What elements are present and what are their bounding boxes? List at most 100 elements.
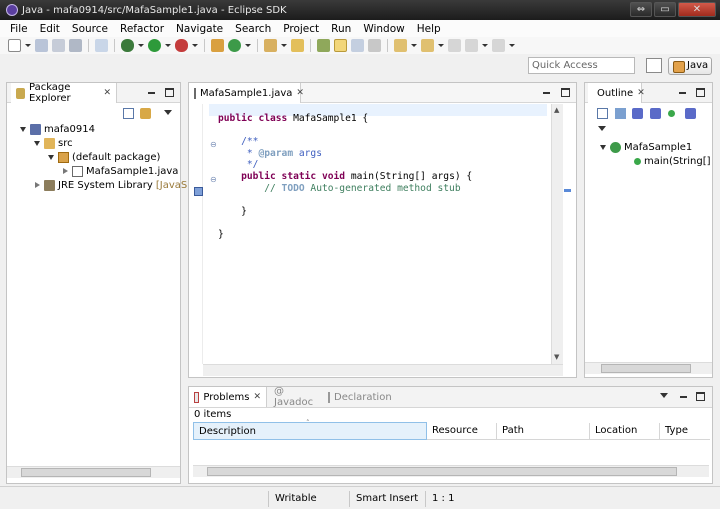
minimize-icon[interactable]: [678, 88, 687, 97]
outline-item-method[interactable]: main(String[]: [634, 154, 711, 168]
back-dropdown-icon[interactable]: [482, 39, 488, 52]
outline-item-class[interactable]: MafaSample1: [600, 140, 692, 154]
expand-icon[interactable]: [48, 154, 55, 161]
menu-source[interactable]: Source: [66, 23, 114, 35]
menu-window[interactable]: Window: [357, 23, 410, 35]
java-perspective-button[interactable]: Java: [668, 57, 712, 75]
horizontal-scrollbar[interactable]: [203, 364, 563, 376]
menu-navigate[interactable]: Navigate: [170, 23, 229, 35]
view-menu-icon[interactable]: [598, 124, 607, 133]
tree-item-src[interactable]: src: [34, 136, 73, 150]
tree-item-file[interactable]: MafaSample1.java: [62, 164, 178, 178]
maximize-icon[interactable]: [165, 88, 174, 97]
quick-access-input[interactable]: Quick Access: [528, 57, 635, 74]
open-perspective-icon[interactable]: [646, 58, 662, 73]
menu-help[interactable]: Help: [411, 23, 447, 35]
hide-non-public-icon[interactable]: [668, 110, 675, 117]
expand-icon[interactable]: [20, 126, 27, 133]
previous-annotation-dropdown-icon[interactable]: [438, 39, 444, 52]
run-icon[interactable]: [148, 39, 161, 52]
tab-problems[interactable]: Problems ✕: [189, 387, 267, 407]
tab-declaration[interactable]: Declaration: [323, 387, 393, 407]
tab-javadoc[interactable]: @ Javadoc: [269, 386, 323, 408]
tab-package-explorer[interactable]: Package Explorer ✕: [11, 82, 117, 104]
expand-icon[interactable]: [34, 140, 41, 147]
new-class-dropdown-icon[interactable]: [245, 39, 251, 52]
hide-static-icon[interactable]: [650, 108, 661, 119]
toggle-word-wrap-icon[interactable]: [334, 39, 347, 52]
menu-file[interactable]: File: [4, 23, 34, 35]
view-menu-icon[interactable]: [660, 391, 669, 400]
collapse-icon[interactable]: [34, 181, 41, 189]
sort-icon[interactable]: [615, 108, 626, 119]
expand-icon[interactable]: [600, 144, 607, 151]
collapse-all-icon[interactable]: [123, 108, 134, 119]
tree-item-project[interactable]: mafa0914: [20, 122, 95, 136]
menu-refactor[interactable]: Refactor: [114, 23, 170, 35]
debug-dropdown-icon[interactable]: [138, 39, 144, 52]
toggle-block-selection-icon[interactable]: [351, 39, 364, 52]
horizontal-scrollbar[interactable]: [7, 466, 180, 478]
collapse-icon[interactable]: [62, 167, 69, 175]
maximize-icon[interactable]: [696, 392, 705, 401]
external-tools-icon[interactable]: [175, 39, 188, 52]
menu-project[interactable]: Project: [277, 23, 325, 35]
column-description[interactable]: Description: [193, 422, 427, 440]
menu-edit[interactable]: Edit: [34, 23, 66, 35]
overview-marker[interactable]: [564, 189, 571, 192]
task-marker-icon[interactable]: [194, 187, 203, 196]
fold-icon[interactable]: ⊖: [210, 140, 217, 149]
hide-local-types-icon[interactable]: [685, 108, 696, 119]
vertical-scrollbar[interactable]: ▲ ▼: [551, 104, 563, 364]
tab-outline[interactable]: Outline ✕: [588, 83, 645, 103]
new-dropdown-icon[interactable]: [25, 39, 31, 52]
menu-run[interactable]: Run: [325, 23, 357, 35]
open-type-dropdown-icon[interactable]: [281, 39, 287, 52]
tab-editor-file[interactable]: MafaSample1.java ✕: [189, 83, 304, 103]
show-whitespace-icon[interactable]: [368, 39, 381, 52]
link-with-editor-icon[interactable]: [140, 108, 151, 119]
minimize-icon[interactable]: [542, 88, 551, 97]
debug-icon[interactable]: [121, 39, 134, 52]
minimize-icon[interactable]: [147, 88, 156, 97]
back-icon[interactable]: [465, 39, 478, 52]
minimize-icon[interactable]: [679, 392, 688, 401]
menu-search[interactable]: Search: [229, 23, 277, 35]
toggle-mark-occurrences-icon[interactable]: [317, 39, 330, 52]
restore-button[interactable]: ⇔: [630, 2, 652, 17]
maximize-icon[interactable]: [696, 88, 705, 97]
run-dropdown-icon[interactable]: [165, 39, 171, 52]
view-menu-icon[interactable]: [164, 108, 173, 117]
skip-breakpoints-icon[interactable]: [95, 39, 108, 52]
save-all-icon[interactable]: [52, 39, 65, 52]
previous-annotation-icon[interactable]: [421, 39, 434, 52]
column-resource[interactable]: Resource: [426, 422, 497, 440]
maximize-icon[interactable]: [561, 88, 570, 97]
last-edit-location-icon[interactable]: [448, 39, 461, 52]
code-editor[interactable]: public class MafaSample1 { /** * @param …: [218, 113, 472, 241]
column-path[interactable]: Path: [496, 422, 590, 440]
column-type[interactable]: Type: [659, 422, 710, 440]
new-icon[interactable]: [8, 39, 21, 52]
open-task-icon[interactable]: [291, 39, 304, 52]
close-button[interactable]: ✕: [678, 2, 716, 17]
save-icon[interactable]: [35, 39, 48, 52]
new-java-package-icon[interactable]: [211, 39, 224, 52]
horizontal-scrollbar[interactable]: [585, 362, 712, 374]
next-annotation-dropdown-icon[interactable]: [411, 39, 417, 52]
close-icon[interactable]: ✕: [637, 88, 645, 98]
minimize-button[interactable]: ▭: [654, 2, 676, 17]
open-type-icon[interactable]: [264, 39, 277, 52]
new-java-class-icon[interactable]: [228, 39, 241, 52]
horizontal-scrollbar[interactable]: [193, 465, 709, 477]
column-location[interactable]: Location: [589, 422, 660, 440]
close-icon[interactable]: ✕: [103, 88, 111, 98]
close-icon[interactable]: ✕: [253, 392, 261, 402]
tree-item-jre-library[interactable]: JRE System Library [JavaSE-: [34, 178, 197, 192]
print-icon[interactable]: [69, 39, 82, 52]
forward-dropdown-icon[interactable]: [509, 39, 515, 52]
status-insert-mode[interactable]: Smart Insert: [349, 491, 425, 507]
next-annotation-icon[interactable]: [394, 39, 407, 52]
tree-item-default-package[interactable]: (default package): [48, 150, 160, 164]
fold-icon[interactable]: ⊖: [210, 175, 217, 184]
